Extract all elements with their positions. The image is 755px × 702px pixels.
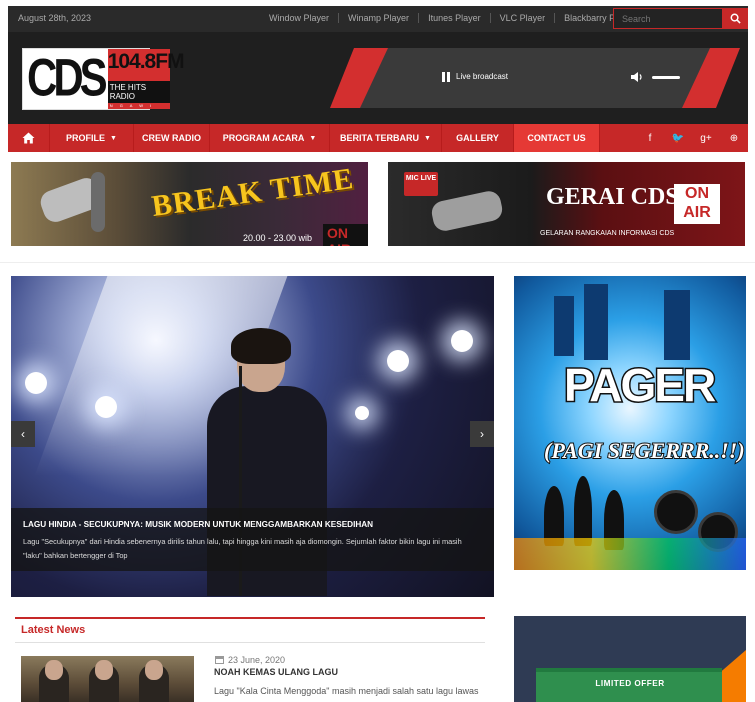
break-time-title: BREAK TIME (149, 162, 356, 224)
slide-title[interactable]: LAGU HINDIA - SECUKUPNYA: MUSIK MODERN U… (23, 520, 482, 529)
microphone-icon (429, 189, 505, 233)
gerai-cds-banner[interactable]: MIC LIVE GERAI CDS ON AIR GELARAN RANGKA… (388, 162, 745, 246)
nav-berita-terbaru[interactable]: BERITA TERBARU ▼ (330, 124, 442, 152)
nav-program-acara[interactable]: PROGRAM ACARA ▼ (210, 124, 330, 152)
news-thumbnail[interactable] (21, 656, 194, 702)
slider-next-button[interactable]: › (470, 421, 494, 447)
current-date: August 28th, 2023 (18, 13, 92, 23)
slider-prev-button[interactable]: ‹ (11, 421, 35, 447)
break-time-hours: 20.00 - 23.00 wib (243, 233, 313, 243)
chevron-down-icon: ▼ (424, 134, 431, 142)
nav-profile[interactable]: PROFILE ▼ (50, 124, 134, 152)
latest-news-heading: Latest News (21, 624, 86, 636)
nav-crew-radio[interactable]: CREW RADIO (134, 124, 210, 152)
live-player: Live broadcast (330, 48, 740, 108)
itunes-player-link[interactable]: Itunes Player (418, 13, 490, 23)
twitter-icon[interactable]: 🐦 (664, 133, 692, 144)
pause-icon[interactable] (442, 72, 450, 82)
window-player-link[interactable]: Window Player (260, 13, 338, 23)
facebook-icon[interactable]: f (636, 133, 664, 144)
volume-slider[interactable] (652, 76, 680, 79)
news-headline[interactable]: NOAH KEMAS ULANG LAGU (214, 667, 338, 677)
site-logo[interactable]: CDS 104.8FM THE HITS RADIO N G A W I (22, 48, 185, 110)
slide-caption: LAGU HINDIA - SECUKUPNYA: MUSIK MODERN U… (11, 508, 494, 571)
pager-ad-banner[interactable]: PAGER (PAGI SEGERRR..!!) (514, 276, 746, 570)
calendar-icon (215, 656, 224, 664)
main-nav: PROFILE ▼ CREW RADIO PROGRAM ACARA ▼ BERIT… (8, 124, 748, 152)
gerai-cds-subtitle: GELARAN RANGKAIAN INFORMASI CDS (540, 230, 675, 237)
limited-offer-label: LIMITED OFFER (595, 679, 665, 688)
speaker-icon (654, 490, 698, 534)
featured-slider[interactable]: ‹ › LAGU HINDIA - SECUKUPNYA: MUSIK MODE… (11, 276, 494, 597)
pager-subtitle: (PAGI SEGERRR..!!) (543, 437, 746, 464)
chevron-down-icon: ▼ (309, 134, 317, 142)
slide-description: Lagu "Secukupnya" dari Hindia sebenernya… (23, 537, 462, 560)
logo-subtext: N G A W I (109, 103, 155, 108)
broadcast-status: Live broadcast (456, 72, 509, 81)
pinterest-icon[interactable]: ⊕ (720, 133, 748, 144)
limited-offer-ad[interactable]: LIMITED OFFER (514, 616, 746, 702)
winamp-player-link[interactable]: Winamp Player (338, 13, 418, 23)
news-excerpt: Lagu "Kala Cinta Menggoda" masih menjadi… (214, 686, 479, 696)
nav-gallery[interactable]: GALLERY (442, 124, 514, 152)
logo-tagline: THE HITS RADIO (107, 81, 170, 103)
search-input[interactable] (614, 9, 722, 29)
on-air-badge: ON AIR (674, 184, 720, 224)
home-icon (22, 132, 35, 144)
chevron-down-icon: ▼ (110, 134, 117, 142)
logo-text: CDS (27, 47, 108, 107)
divider (0, 262, 755, 263)
nav-home[interactable] (8, 124, 50, 152)
gerai-cds-title: GERAI CDS (546, 184, 679, 210)
social-links: f 🐦 g+ ⊕ (636, 124, 748, 152)
mic-live-badge: MIC LIVE (404, 172, 438, 196)
search-button[interactable] (723, 8, 748, 29)
logo-frequency: 104.8FM (107, 50, 185, 73)
on-air-badge: ON AIR (323, 224, 368, 246)
site-header: CDS 104.8FM THE HITS RADIO N G A W I Liv… (8, 32, 748, 124)
pager-title: PAGER (562, 358, 717, 413)
top-bar: August 28th, 2023 Window Player Winamp P… (8, 6, 748, 32)
search-box (613, 8, 723, 29)
google-plus-icon[interactable]: g+ (692, 133, 720, 144)
player-links: Window Player Winamp Player Itunes Playe… (260, 13, 644, 23)
news-date: 23 June, 2020 (215, 655, 285, 665)
nav-contact-us[interactable]: CONTACT US (514, 124, 600, 152)
break-time-banner[interactable]: BREAK TIME 20.00 - 23.00 wib ON AIR (11, 162, 368, 246)
volume-icon[interactable] (630, 71, 644, 83)
search-icon (730, 13, 741, 24)
vlc-player-link[interactable]: VLC Player (489, 13, 555, 23)
